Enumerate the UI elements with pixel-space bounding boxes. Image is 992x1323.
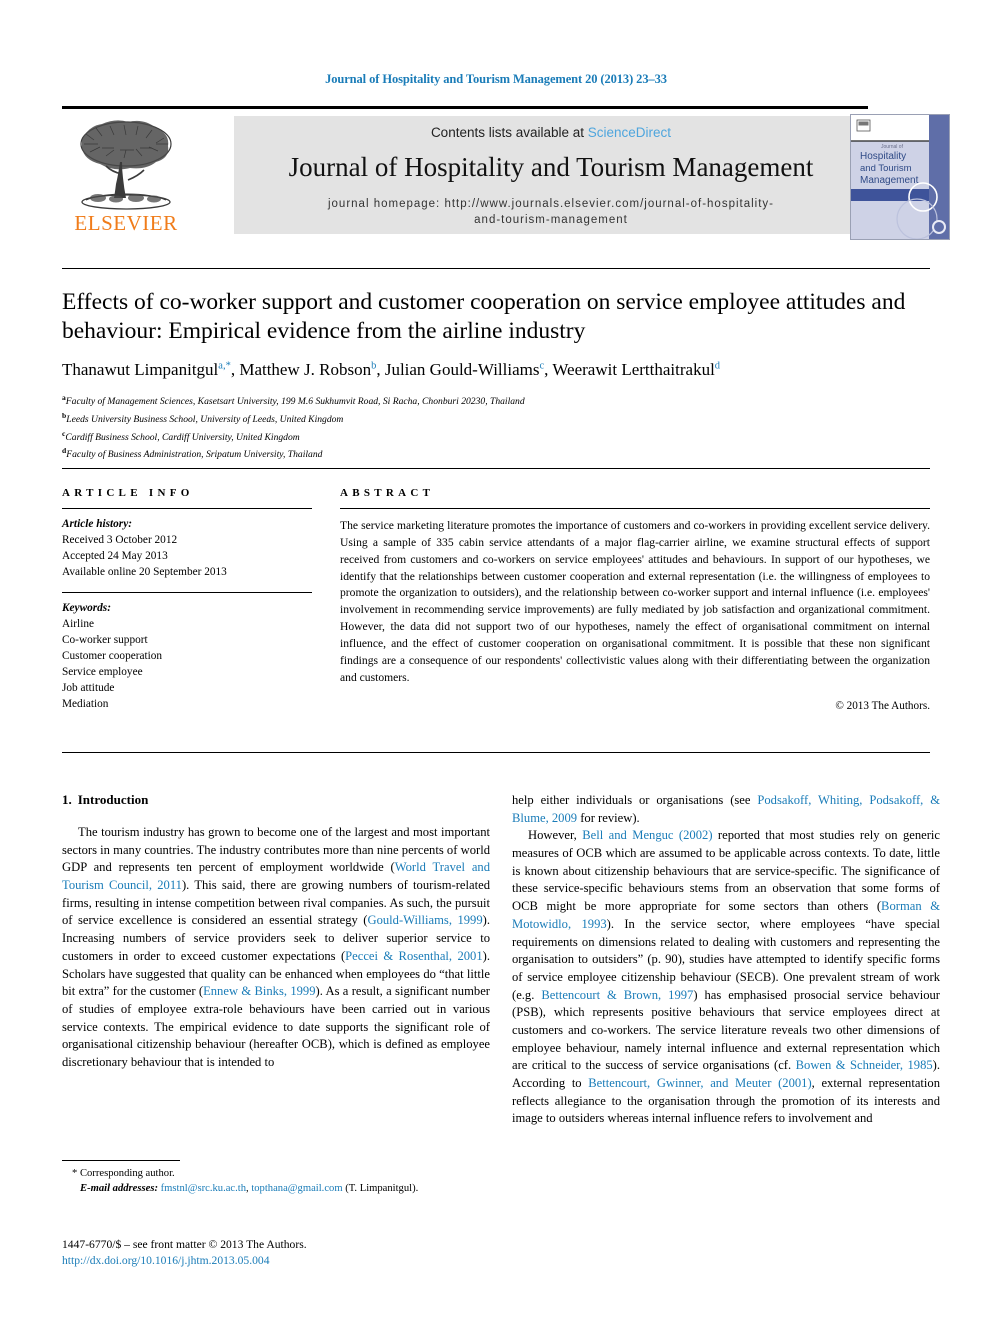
section-heading-introduction: 1. Introduction [62,792,490,808]
journal-cover-thumbnail: Journal of Hospitality and Tourism Manag… [850,114,950,240]
abstract-rule [340,508,930,509]
abstract-panel: ABSTRACT The service marketing literatur… [340,487,930,712]
author-4: Weerawit Lertthaitrakul [552,360,715,379]
page-title: Effects of co-worker support and custome… [62,289,906,345]
article-info-rule [62,508,312,509]
affiliation-b-text: Leeds University Business School, Univer… [66,413,344,425]
body-column-right: help either individuals or organisations… [512,792,940,1128]
journal-homepage[interactable]: journal homepage: http://www.journals.el… [234,197,868,228]
svg-text:and Tourism: and Tourism [860,163,912,174]
contents-line: Contents lists available at ScienceDirec… [234,125,868,140]
citation-ennew-binks[interactable]: Ennew & Binks, 1999 [203,984,315,998]
keywords-rule [62,592,312,594]
citation-gould-williams[interactable]: Gould-Williams, 1999 [367,913,482,927]
history-available: Available online 20 September 2013 [62,566,227,579]
elsevier-wordmark: ELSEVIER [74,211,178,235]
author-2-marks: b [371,360,377,372]
keyword-4: Service employee [62,666,143,679]
title-top-rule [62,268,930,269]
article-info-panel: ARTICLE INFO Article history: Received 3… [62,487,312,712]
citation-bettencourt-gwinner-meuter[interactable]: Bettencourt, Gwinner, and Meuter (2001) [588,1076,811,1090]
contents-prefix: Contents lists available at [430,125,588,140]
svg-text:Hospitality: Hospitality [860,151,906,162]
email-label: E-mail addresses: [80,1183,158,1195]
journal-title: Journal of Hospitality and Tourism Manag… [288,152,814,182]
author-3-marks: c [539,360,545,372]
affiliation-d: dFaculty of Business Administration, Sri… [62,445,762,463]
intro-right-b: for review). [577,810,640,825]
keyword-3: Customer cooperation [62,650,163,663]
keyword-5: Job attitude [62,682,115,695]
cover-artwork: Journal of Hospitality and Tourism Manag… [851,115,949,239]
author-1-marks: a,* [218,360,231,372]
citation-peccei-rosenthal[interactable]: Peccei & Rosenthal, 2001 [345,949,483,963]
elsevier-logo: ELSEVIER [62,114,190,234]
affiliation-c-text: Cardiff Business School, Cardiff Univers… [65,431,300,443]
running-head: Journal of Hospitality and Tourism Manag… [325,72,667,86]
keyword-6: Mediation [62,698,109,711]
author-3: Julian Gould-Williams [384,360,540,379]
sciencedirect-link[interactable]: ScienceDirect [588,125,671,140]
citation-bowen-schneider[interactable]: Bowen & Schneider, 1985 [796,1058,933,1072]
citation-bettencourt-brown[interactable]: Bettencourt & Brown, 1997 [541,988,693,1002]
keywords-label: Keywords: [62,602,111,615]
affiliation-a: aFaculty of Management Sciences, Kasetsa… [62,392,762,410]
history-accepted: Accepted 24 May 2013 [62,550,168,563]
intro-right-a: help either individuals or organisations… [512,793,758,807]
section-number: 1. [62,792,72,807]
affiliation-list: aFaculty of Management Sciences, Kasetsa… [62,392,762,463]
intro-paragraph-right-1: help either individuals or organisations… [512,792,940,827]
affiliation-c: cCardiff Business School, Cardiff Univer… [62,428,762,446]
body-column-left: 1. Introduction The tourism industry has … [62,792,490,1072]
homepage-line-1: journal homepage: http://www.journals.el… [327,198,774,210]
keywords-list: Keywords: Airline Co-worker support Cust… [62,600,312,712]
abstract-bottom-rule [62,752,930,753]
info-top-rule [62,468,930,469]
author-list: Thanawut Limpanitgula,*, Matthew J. Robs… [62,360,721,379]
doi-link[interactable]: http://dx.doi.org/10.1016/j.jhtm.2013.05… [62,1253,522,1269]
journal-band: Contents lists available at ScienceDirec… [234,116,868,234]
issn-block: 1447-6770/$ – see front matter © 2013 Th… [62,1237,522,1270]
intro-paragraph-right-2: However, Bell and Menguc (2002) reported… [512,827,940,1128]
history-received: Received 3 October 2012 [62,534,178,547]
keyword-1: Airline [62,618,94,631]
svg-text:Management: Management [860,175,919,186]
affiliation-a-text: Faculty of Management Sciences, Kasetsar… [65,396,525,408]
journal-masthead: ELSEVIER Contents lists available at Sci… [62,106,950,240]
paper-page: Journal of Hospitality and Tourism Manag… [0,0,992,1323]
intro-paragraph-left: The tourism industry has grown to become… [62,824,490,1072]
corresponding-author-note: * Corresponding author. [72,1168,175,1179]
intro-right-2a: However, [528,828,583,843]
email-link-2[interactable]: topthana@gmail.com [251,1183,342,1194]
abstract-heading: ABSTRACT [340,487,435,499]
copyright-line: © 2013 The Authors. [835,699,930,712]
author-4-marks: d [714,360,721,372]
email-suffix: (T. Limpanitgul). [342,1183,419,1195]
email-addresses-note: E-mail addresses: fmstnl@src.ku.ac.th, t… [62,1181,490,1196]
article-history-label: Article history: [62,518,132,530]
issn-line: 1447-6770/$ – see front matter © 2013 Th… [62,1238,307,1251]
email-link-1[interactable]: fmstnl@src.ku.ac.th [161,1183,246,1194]
footnote-rule [62,1160,180,1161]
svg-text:Journal of: Journal of [881,144,904,150]
abstract-text: The service marketing literature promote… [340,519,930,684]
affiliation-b: bLeeds University Business School, Unive… [62,410,762,428]
footnote-block: * Corresponding author. E-mail addresses… [62,1160,490,1197]
keyword-2: Co-worker support [62,634,148,647]
masthead-top-rule [62,106,868,109]
homepage-line-2: and-tourism-management [474,213,628,226]
article-info-heading: ARTICLE INFO [62,487,194,499]
citation-bell-menguc[interactable]: Bell and Menguc (2002) [582,828,712,842]
article-history: Article history: Received 3 October 2012… [62,516,312,580]
elsevier-tree-icon [80,120,172,210]
author-1: Thanawut Limpanitgul [62,360,219,379]
section-title: Introduction [77,792,149,807]
affiliation-d-text: Faculty of Business Administration, Srip… [66,449,323,461]
author-2: Matthew J. Robson [239,360,372,379]
